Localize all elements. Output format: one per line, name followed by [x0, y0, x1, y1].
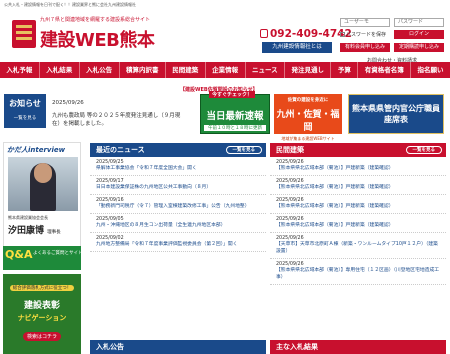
banner1-main: 当日最新速報: [206, 111, 264, 122]
main-nav: 入札予報 入札結果 入札公告 積算内訳書 民間建築 企業情報 ニュース 発注見通…: [0, 62, 450, 78]
latest-news-banner[interactable]: 今すぐチェック！ 当日最新速報 午前１０時と１８時に更新: [200, 91, 270, 134]
notice-date: 2025/09/26: [52, 100, 84, 106]
nav-item-estimate[interactable]: 積算内訳書: [120, 62, 166, 78]
list-item[interactable]: 2025/09/26 【熊本県県北広域本部（菊池）】専用住宅（１２区画）（川登地区…: [270, 259, 446, 285]
user-id-input[interactable]: ユーザーモ: [340, 18, 390, 27]
interview-card[interactable]: かだ人interview 熊本県建設業協会会長 汐田康博 理事長: [3, 142, 81, 262]
phone-number: 092-409-4742: [260, 28, 352, 40]
award-cta: 検索はコチラ: [22, 332, 61, 341]
qa-banner[interactable]: Q&A よくあるご質問とサイトの使い方: [3, 246, 101, 270]
person-face: [34, 163, 52, 183]
banner2-top: 佐賀の建設を身近に: [287, 98, 329, 103]
news-more-button[interactable]: 一覧を見る: [225, 146, 262, 154]
notice-heading: お知らせ: [9, 99, 41, 108]
logo-title: 建設WEB熊本: [40, 30, 155, 51]
save-password-checkbox[interactable]: パスワードを保存: [340, 31, 386, 38]
news-panel: 最近のニュース 一覧を見る 2025/09/25 県解体工事業協会「令和７年度全国…: [90, 143, 266, 303]
paid-member-button[interactable]: 有料会員申し込み: [340, 43, 390, 52]
list-item[interactable]: 2025/09/05 九州・沖縄地区の８月生コン出荷量（全生連九州地区本部）: [90, 214, 266, 233]
nav-item-budget[interactable]: 予算: [331, 62, 359, 78]
news-title[interactable]: 九州・沖縄地区の８月生コン出荷量（全生連九州地区本部）: [96, 222, 262, 229]
seating-chart-banner[interactable]: 熊本県県管内官公庁職員座席表: [348, 94, 444, 134]
award-top: 総合評価落札方式に役立つ！: [9, 285, 75, 291]
list-item[interactable]: 2025/09/26 【天草市】天草市北原町Ａ棟（新築・ワンルームタイプ10戸１２…: [270, 233, 446, 259]
news-panel-header: 最近のニュース 一覧を見る: [90, 143, 266, 157]
news-list: 2025/09/25 県解体工事業協会「令和７年度全国大会」開く 2025/09/…: [90, 157, 266, 252]
qa-mark: Q&A: [5, 248, 33, 261]
news-title[interactable]: 九州地方整備局「令和７年度事業評価監視委員会（第２回）」開く: [96, 241, 262, 248]
award-main: 建設表彰: [23, 301, 60, 311]
news-title[interactable]: 日日本建設業保証株の九州地区公共工事動向（８月）: [96, 184, 262, 191]
notice-text[interactable]: 九州も農政局 等の２０２５年度発注見通し（９月現在）を掲載しました。: [52, 112, 187, 128]
phone-icon: [260, 29, 268, 38]
notice-section: お知らせ 一覧を見る 2025/09/26 九州も農政局 等の２０２５年度発注見…: [0, 87, 450, 142]
login-button[interactable]: ログイン: [394, 30, 444, 39]
nav-item-private-building[interactable]: 民間建築: [166, 62, 206, 78]
nav-item-company-info[interactable]: 企業情報: [206, 62, 246, 78]
saga-banner[interactable]: 佐賀の建設を身近に 九州・佐賀・福岡 地域が集まる建設WEBサイト: [274, 94, 342, 142]
notice-heading-box[interactable]: お知らせ 一覧を見る: [4, 94, 46, 128]
interview-caption: 熊本県建設業協会会長: [8, 215, 48, 220]
list-item[interactable]: 2025/09/25 県解体工事業協会「令和７年度全国大会」開く: [90, 157, 266, 176]
list-item[interactable]: 2025/09/26 【熊本県県北広域本部（菊池）】戸建新築（建築確認）: [270, 176, 446, 195]
news-title[interactable]: 「勤務新門司税庁（令７）管理入室棟建築改修工事」公告（九州地整）: [96, 203, 262, 210]
notice-more-link: 一覧を見る: [13, 116, 37, 121]
banner1-badge: 今すぐチェック！: [209, 91, 256, 98]
banner2-sub: 地域が集まる建設WEBサイト: [277, 136, 339, 142]
bid-results-header[interactable]: 主な入札結果: [270, 340, 446, 354]
award-sub: ナビゲーション: [17, 314, 67, 322]
interview-photo: [8, 157, 78, 211]
private-title[interactable]: 【天草市】天草市北原町Ａ棟（新築・ワンルームタイプ10戸１２户）（建築設置）: [276, 241, 442, 255]
list-item[interactable]: 2025/09/26 【熊本県県北広域本部（菊池）】戸建新築（建築確認）: [270, 214, 446, 233]
private-building-panel: 民間建築 一覧を見る 2025/09/26 【熊本県県北広域本部（菊池）】戸建新築…: [270, 143, 446, 303]
banner3-main: 熊本県県管内官公庁職員座席表: [352, 104, 440, 124]
private-title[interactable]: 【熊本県県北広域本部（菊池）】戸建新築（建築確認）: [276, 203, 442, 210]
nav-item-bid-notice[interactable]: 入札公告: [80, 62, 120, 78]
news-title[interactable]: 県解体工事業協会「令和７年度全国大会」開く: [96, 165, 262, 172]
list-item[interactable]: 2025/09/16 「勤務新門司税庁（令７）管理入室棟建築改修工事」公告（九州地…: [90, 195, 266, 214]
private-title[interactable]: 【熊本県県北広域本部（菊池）】専用住宅（１２区画）（川登地区宅地造成工事）: [276, 267, 442, 281]
save-password-label: パスワードを保存: [346, 32, 387, 38]
interview-title: かだ人interview: [7, 146, 66, 154]
top-banner-text: 公共入札・建設情報を日刊で配く！！建設業界と熊に会社九州建設情報社: [4, 2, 136, 7]
logo-icon: [12, 20, 36, 48]
checkbox-icon: [340, 32, 345, 37]
private-title[interactable]: 【熊本県県北広域本部（菊池）】戸建新築（建築確認）: [276, 165, 442, 172]
private-panel-title: 民間建築: [276, 146, 304, 154]
private-title[interactable]: 【熊本県県北広域本部（菊池）】戸建新築（建築確認）: [276, 184, 442, 191]
award-navigation-banner[interactable]: 総合評価落札方式に役立つ！ 建設表彰 ナビゲーション 検索はコチラ: [3, 274, 81, 354]
logo-tagline: 九州７県と関連地域を網羅する建設系総合サイト: [40, 17, 151, 23]
nav-item-bid-results[interactable]: 入札結果: [40, 62, 80, 78]
about-company-button[interactable]: 九州建設情報社とは: [262, 42, 332, 53]
banner1-sub: 午前１０時と１８時に更新: [204, 125, 266, 131]
private-more-button[interactable]: 一覧を見る: [405, 146, 442, 154]
list-item[interactable]: 2025/09/26 【熊本県県北広域本部（菊池）】戸建新築（建築確認）: [270, 157, 446, 176]
interview-name-suffix: 理事長: [47, 230, 61, 235]
nav-item-designation[interactable]: 指名願い: [411, 62, 450, 78]
nav-item-qualified-list[interactable]: 有資格者名簿: [358, 62, 412, 78]
subscription-button[interactable]: 定期購読申し込み: [394, 43, 444, 52]
banner2-main: 九州・佐賀・福岡: [276, 110, 340, 133]
bid-notice-header[interactable]: 入札公告: [90, 340, 266, 354]
list-item[interactable]: 2025/09/17 日日本建設業保証株の九州地区公共工事動向（８月）: [90, 176, 266, 195]
interview-name: 汐田康博 理事長: [8, 223, 61, 236]
password-input[interactable]: パスワード: [394, 18, 444, 27]
list-item[interactable]: 2025/09/26 【熊本県県北広域本部（菊池）】戸建新築（建築確認）: [270, 195, 446, 214]
list-item[interactable]: 2025/09/02 九州地方整備局「令和７年度事業評価監視委員会（第２回）」開く: [90, 233, 266, 252]
news-panel-title: 最近のニュース: [96, 146, 145, 154]
private-title[interactable]: 【熊本県県北広域本部（菊池）】戸建新築（建築確認）: [276, 222, 442, 229]
interview-name-text: 汐田康博: [8, 226, 45, 236]
nav-item-order-outlook[interactable]: 発注見通し: [285, 62, 332, 78]
nav-item-bid-forecast[interactable]: 入札予報: [0, 62, 40, 78]
private-panel-header: 民間建築 一覧を見る: [270, 143, 446, 157]
site-header: 九州７県と関連地域を網羅する建設系総合サイト 建設WEB熊本 092-409-4…: [0, 8, 450, 64]
private-list: 2025/09/26 【熊本県県北広域本部（菊池）】戸建新築（建築確認） 2025…: [270, 157, 446, 285]
site-logo[interactable]: 九州７県と関連地域を網羅する建設系総合サイト 建設WEB熊本: [12, 16, 187, 56]
nav-item-news[interactable]: ニュース: [246, 62, 286, 78]
